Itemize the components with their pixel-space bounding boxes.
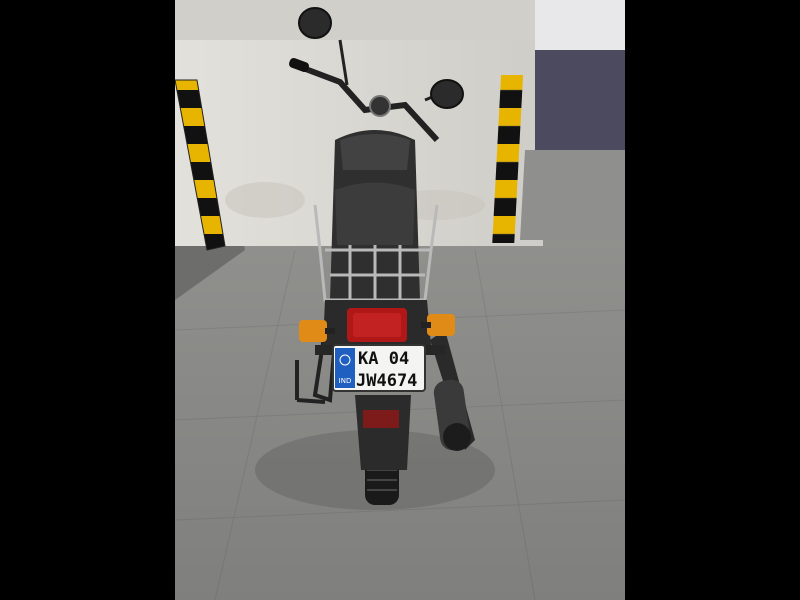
right-indicator bbox=[427, 314, 455, 336]
right-mirror bbox=[430, 79, 464, 109]
plate-line-1: KA 04 bbox=[358, 349, 409, 369]
plate-line-2: JW4674 bbox=[356, 371, 417, 391]
plate-country-code: IND bbox=[339, 377, 352, 385]
left-mirror bbox=[298, 7, 332, 39]
license-plate: IND KA 04 JW4674 bbox=[332, 344, 426, 392]
image-viewer: IND KA 04 JW4674 bbox=[0, 0, 800, 600]
left-indicator bbox=[299, 320, 327, 342]
motorcycle-photo: IND KA 04 JW4674 bbox=[175, 0, 625, 600]
